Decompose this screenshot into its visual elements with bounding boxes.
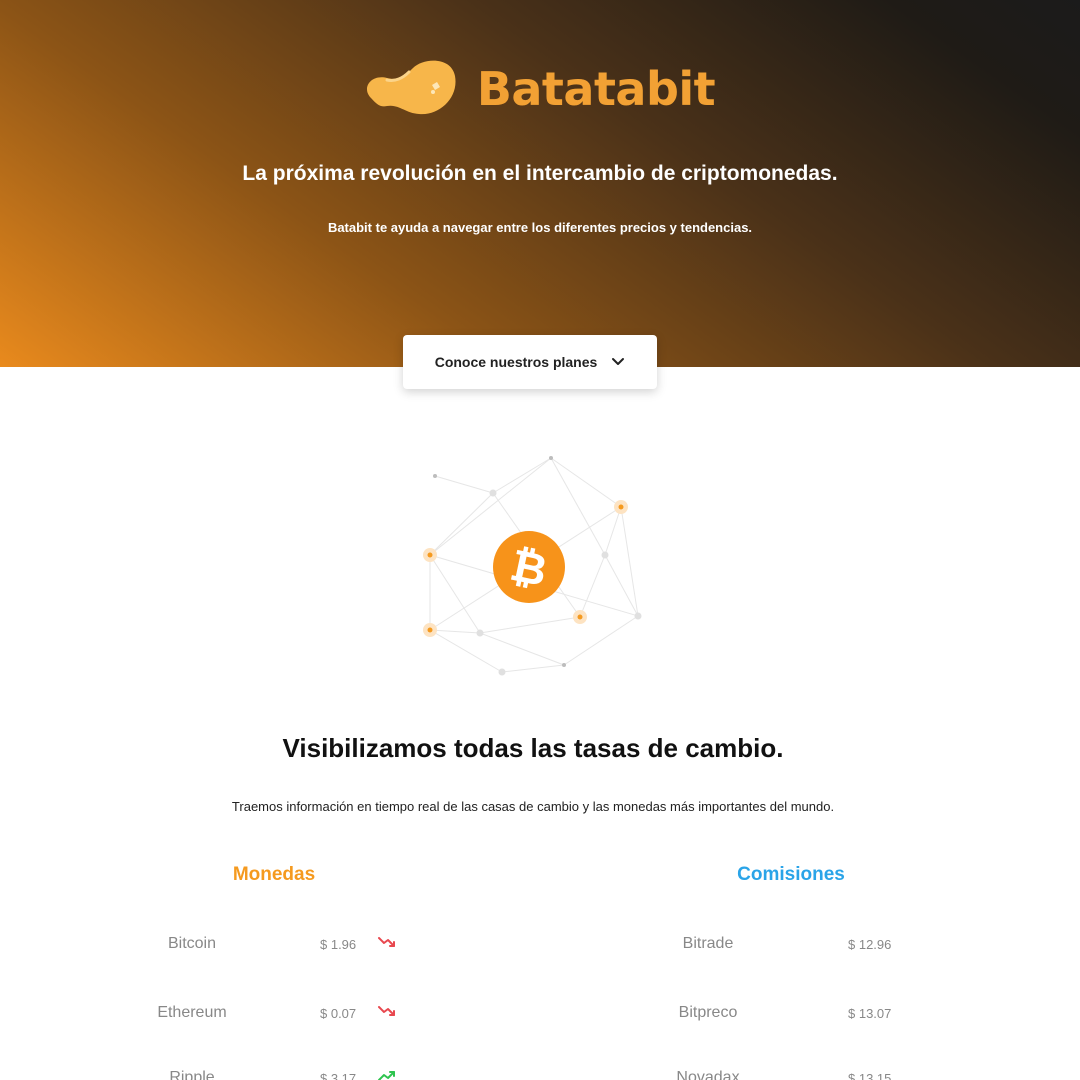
fee-row: Novadax $ 13.15 [540,1066,1080,1080]
fees-heading: Comisiones [737,864,845,885]
coin-row: Ripple $ 3.17 [0,1066,540,1080]
potato-icon [366,60,456,115]
fee-row: Bitrade $ 12.96 [540,932,1080,956]
coins-heading: Monedas [232,864,316,885]
rates-title: Visibilizamos todas las tasas de cambio. [282,733,784,763]
brand-logo[interactable]: Batatabit [0,58,1080,120]
exchange-fee: $ 12.96 [848,936,892,952]
exchange-name: Bitrade [682,935,734,952]
brand-name: Batatabit [476,62,716,116]
hero-header: Batatabit La próxima revolución en el in… [0,0,1080,367]
coin-name: Ripple [169,1069,215,1080]
exchange-name: Novadax [676,1069,740,1080]
trending-down-icon [378,1006,395,1016]
hero-subtitle: Batabit te ayuda a navegar entre los dif… [327,220,753,235]
coin-price: $ 1.96 [320,936,357,952]
coin-name: Ethereum [157,1004,227,1021]
exchange-fee: $ 13.15 [848,1070,892,1080]
coin-row: Ethereum $ 0.07 [0,1001,540,1025]
plans-button-label: Conoce nuestros planes [434,354,598,370]
exchange-name: Bitpreco [678,1004,738,1021]
trending-up-icon [378,1071,395,1080]
hero-title: La próxima revolución en el intercambio … [242,162,838,185]
bitcoin-icon: ₿ [493,531,565,603]
chevron-down-icon [612,358,625,365]
plans-button[interactable]: Conoce nuestros planes [403,335,657,389]
bitcoin-network-illustration: ₿ [423,456,642,676]
fee-row: Bitpreco $ 13.07 [540,1001,1080,1025]
rates-subtitle: Traemos información en tiempo real de la… [231,799,835,814]
coin-price: $ 0.07 [320,1005,357,1021]
exchange-fee: $ 13.07 [848,1005,892,1021]
coin-name: Bitcoin [167,935,217,952]
coin-row: Bitcoin $ 1.96 [0,932,540,956]
coin-price: $ 3.17 [320,1070,357,1080]
trending-down-icon [378,937,395,947]
